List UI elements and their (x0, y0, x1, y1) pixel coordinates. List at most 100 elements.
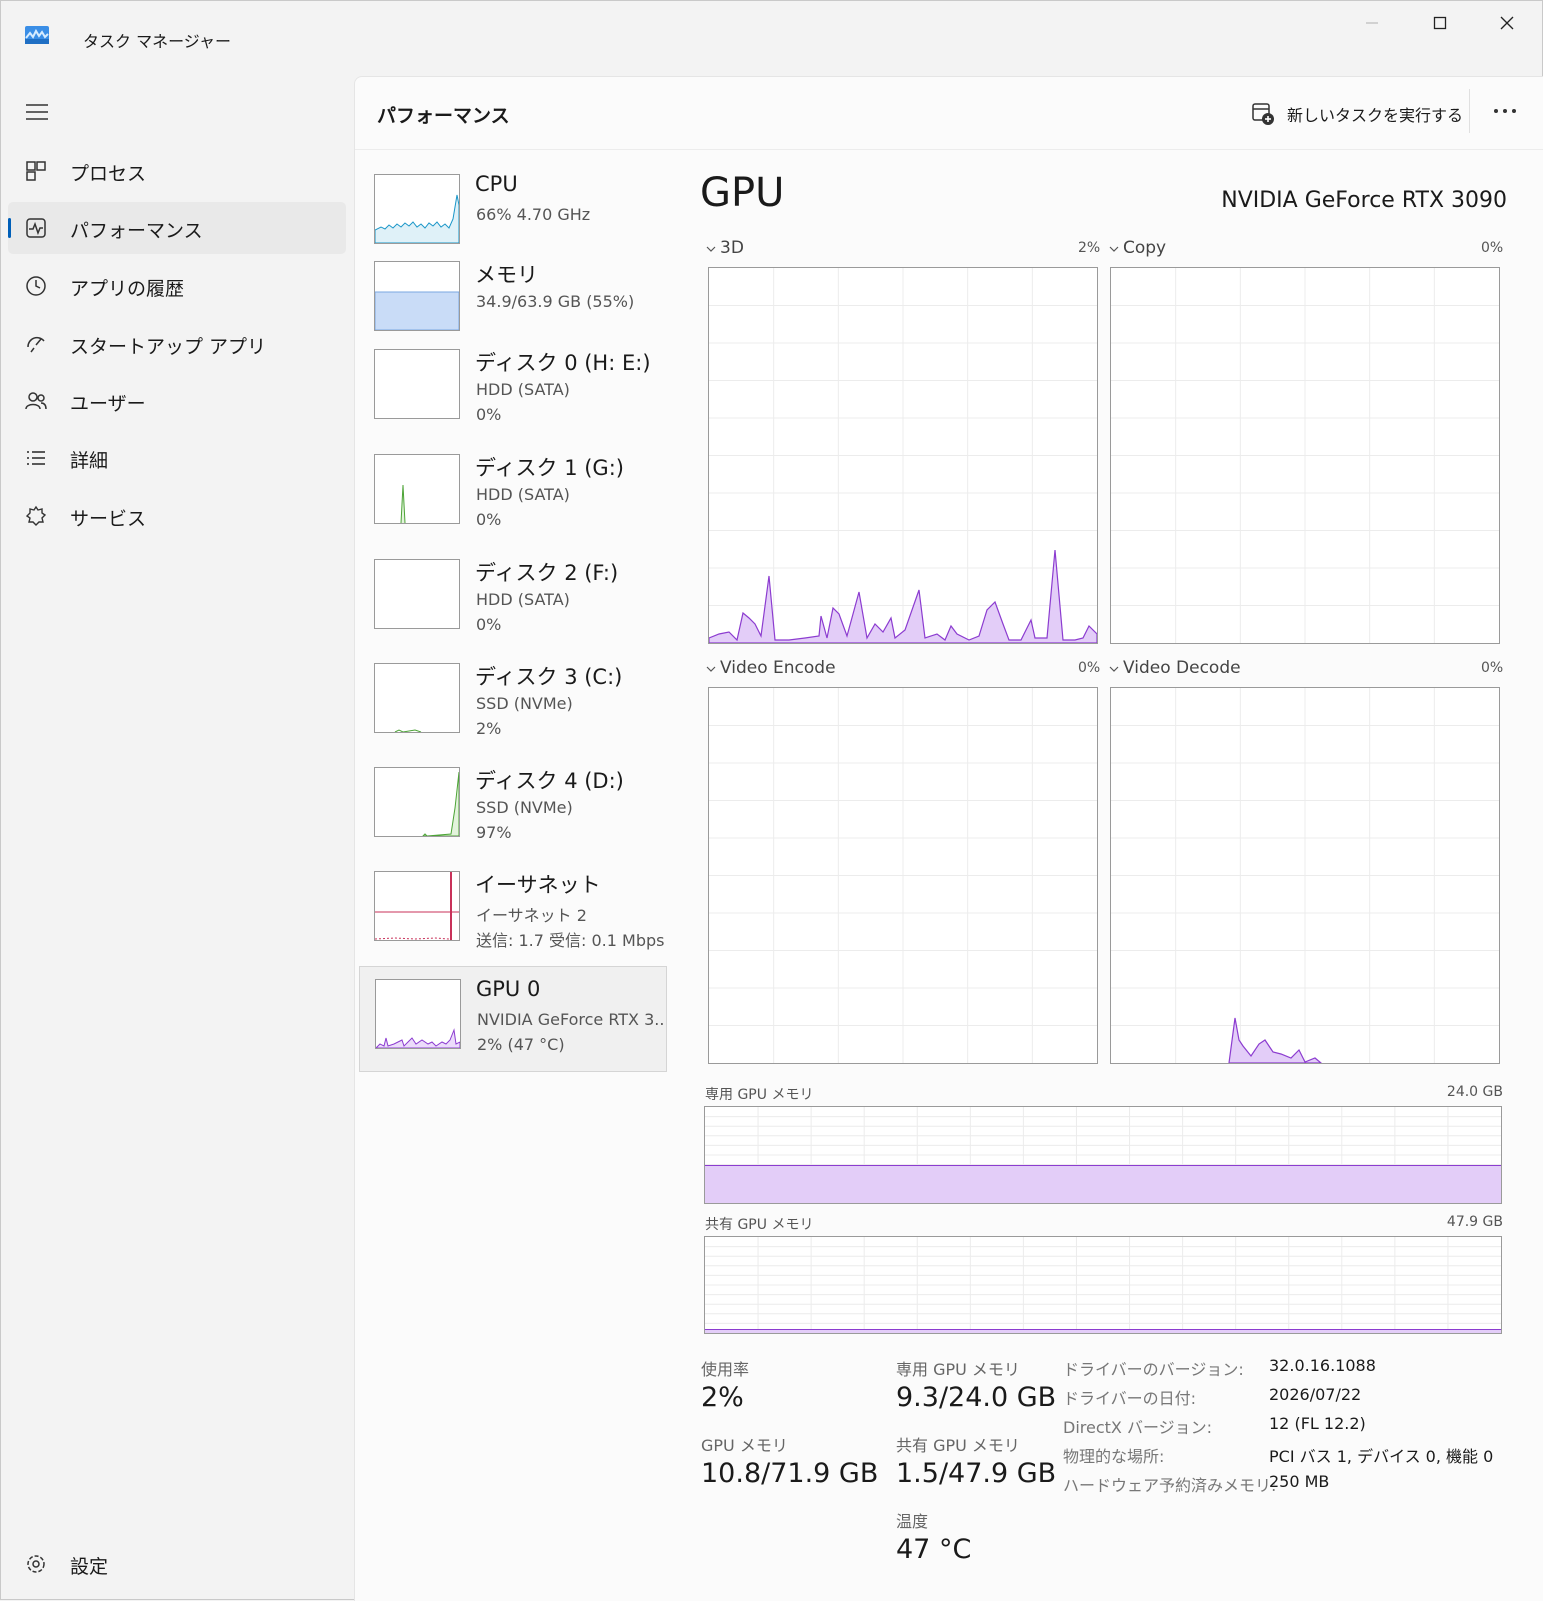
dedicated-stat-label: 専用 GPU メモリ (896, 1360, 1020, 1379)
device-usage: 2% (47 °C) (477, 1035, 565, 1054)
startup-icon (27, 336, 45, 353)
more-options-button[interactable] (1485, 95, 1525, 127)
gpu-thumbnail (375, 979, 461, 1049)
usage-label: 使用率 (701, 1360, 750, 1379)
device-usage: 97% (476, 823, 512, 842)
device-disk-1[interactable]: ディスク 1 (G:) HDD (SATA) 0% (359, 442, 665, 544)
dedicated-memory-fill (705, 1164, 1501, 1203)
gpu-heading: GPU (700, 170, 785, 216)
device-name: ディスク 2 (F:) (475, 561, 619, 585)
graph-grid (1111, 268, 1499, 643)
minimize-button[interactable] (1345, 8, 1399, 38)
shared-stat-value: 1.5/47.9 GB (896, 1458, 1057, 1489)
info-value: 32.0.16.1088 (1269, 1356, 1376, 1375)
nav-label: スタートアップ アプリ (70, 336, 267, 358)
info-value: 2026/07/22 (1269, 1385, 1362, 1404)
nav-label: プロセス (70, 163, 147, 185)
history-icon (26, 276, 46, 296)
engine-label: Copy (1123, 238, 1167, 258)
ethernet-thumbnail (374, 871, 460, 941)
shared-stat-label: 共有 GPU メモリ (896, 1436, 1020, 1455)
nav-item-performance[interactable]: パフォーマンス (8, 202, 346, 254)
dedicated-stat-value: 9.3/24.0 GB (896, 1382, 1057, 1413)
temperature-value: 47 °C (896, 1534, 972, 1565)
info-label: ドライバーのバージョン: (1063, 1360, 1244, 1379)
nav-item-services[interactable]: サービス (8, 490, 346, 542)
device-detail: SSD (NVMe) (476, 694, 573, 713)
nav-label: 詳細 (70, 450, 109, 472)
engine-video-decode-dropdown[interactable]: Video Decode (1109, 658, 1241, 678)
info-label: 物理的な場所: (1063, 1447, 1165, 1466)
process-icon (26, 161, 46, 181)
nav-label: サービス (70, 508, 147, 530)
more-icon (1494, 109, 1516, 113)
engine-video-encode-dropdown[interactable]: Video Encode (706, 658, 836, 678)
nav-label: ユーザー (70, 393, 146, 415)
shared-memory-label: 共有 GPU メモリ (705, 1217, 814, 1233)
device-detail: 66% 4.70 GHz (476, 205, 591, 224)
run-task-label: 新しいタスクを実行する (1287, 106, 1464, 125)
nav-item-processes[interactable]: プロセス (8, 145, 346, 197)
task-manager-icon (25, 26, 49, 44)
shared-memory-fill (705, 1329, 1501, 1333)
engine-video-decode-graph (1110, 687, 1500, 1064)
shared-memory-graph (704, 1236, 1502, 1334)
nav-label: 設定 (70, 1556, 109, 1578)
close-icon (1500, 16, 1514, 30)
info-value: 250 MB (1269, 1472, 1330, 1491)
nav-item-details[interactable]: 詳細 (8, 432, 346, 484)
engine-pct: 2% (1078, 240, 1101, 256)
nav-item-settings[interactable]: 設定 (8, 1538, 346, 1586)
disk-thumbnail (374, 349, 460, 419)
engine-3d-graph (708, 267, 1098, 644)
device-usage: 2% (476, 719, 502, 738)
engine-3d-dropdown[interactable]: 3D (706, 238, 744, 258)
chevron-down-icon (1109, 666, 1119, 672)
engine-pct: 0% (1481, 240, 1504, 256)
nav-item-app-history[interactable]: アプリの履歴 (8, 260, 346, 312)
info-value: PCI バス 1, デバイス 0, 機能 0 (1269, 1447, 1494, 1466)
shared-memory-max: 47.9 GB (1446, 1214, 1503, 1230)
device-disk-2[interactable]: ディスク 2 (F:) HDD (SATA) 0% (359, 547, 665, 649)
engine-copy-graph (1110, 267, 1500, 644)
device-detail: イーサネット 2 (476, 906, 587, 925)
device-detail: SSD (NVMe) (476, 798, 573, 817)
engine-copy-dropdown[interactable]: Copy (1109, 238, 1166, 258)
nav-label: パフォーマンス (70, 220, 203, 242)
run-new-task-button[interactable]: 新しいタスクを実行する (1251, 99, 1463, 129)
maximize-button[interactable] (1413, 8, 1467, 38)
device-gpu-0[interactable]: GPU 0 NVIDIA GeForce RTX 3... 2% (47 °C) (359, 966, 667, 1072)
new-task-icon (1252, 103, 1274, 125)
page-title: パフォーマンス (377, 105, 510, 127)
close-button[interactable] (1480, 8, 1534, 38)
graph-grid (709, 688, 1097, 1063)
disk-thumbnail (374, 767, 460, 837)
nav-item-startup[interactable]: スタートアップ アプリ (8, 318, 346, 370)
device-name: ディスク 3 (C:) (475, 665, 623, 689)
minimize-icon (1366, 22, 1378, 24)
engine-label: 3D (720, 238, 744, 258)
device-disk-3[interactable]: ディスク 3 (C:) SSD (NVMe) 2% (359, 651, 665, 753)
device-name: GPU 0 (476, 977, 541, 1001)
device-detail: HDD (SATA) (476, 590, 570, 609)
disk-thumbnail (374, 559, 460, 629)
dedicated-memory-max: 24.0 GB (1446, 1084, 1503, 1100)
usage-value: 2% (701, 1382, 744, 1413)
gear-icon (27, 1555, 45, 1573)
nav-item-users[interactable]: ユーザー (8, 375, 346, 427)
menu-icon[interactable] (26, 102, 48, 122)
cpu-thumbnail (374, 174, 460, 244)
info-value: 12 (FL 12.2) (1269, 1414, 1366, 1433)
device-detail: HDD (SATA) (476, 380, 570, 399)
graph-grid (705, 1237, 1501, 1333)
device-memory[interactable]: メモリ 34.9/63.9 GB (55%) (359, 249, 665, 351)
device-ethernet[interactable]: イーサネット イーサネット 2 送信: 1.7 受信: 0.1 Mbps (359, 859, 665, 961)
device-name: ディスク 0 (H: E:) (475, 351, 651, 375)
device-name: イーサネット (475, 873, 601, 897)
device-disk-0[interactable]: ディスク 0 (H: E:) HDD (SATA) 0% (359, 337, 665, 439)
header-divider (355, 149, 1543, 150)
engine-pct: 0% (1481, 660, 1504, 676)
device-disk-4[interactable]: ディスク 4 (D:) SSD (NVMe) 97% (359, 755, 665, 857)
device-name: メモリ (475, 263, 538, 287)
details-icon (27, 451, 45, 465)
